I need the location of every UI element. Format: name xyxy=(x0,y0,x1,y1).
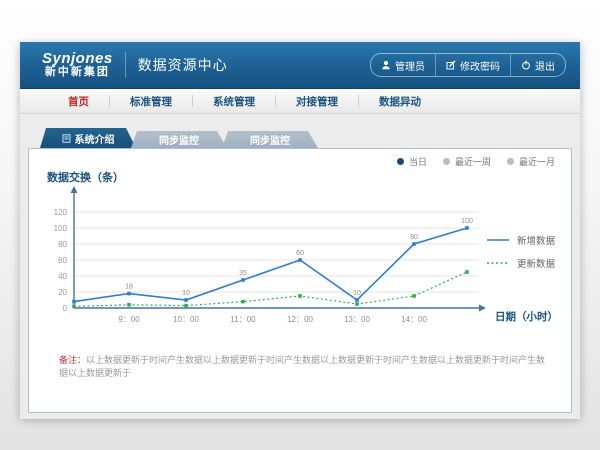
brand-name: Synjones xyxy=(42,51,113,67)
period-filter: 当日 最近一周 最近一月 xyxy=(397,155,555,168)
period-option-0[interactable]: 当日 xyxy=(397,155,427,168)
page-title: 数据资源中心 xyxy=(138,55,228,75)
tab-label: 同步监控 xyxy=(159,132,199,147)
svg-text:0: 0 xyxy=(63,304,68,313)
svg-text:40: 40 xyxy=(58,272,67,281)
svg-text:120: 120 xyxy=(54,208,68,217)
tab-label: 系统介绍 xyxy=(75,131,115,146)
legend-item-0: 新增数据 xyxy=(486,233,555,247)
svg-text:10: 10 xyxy=(353,290,361,297)
radio-dot xyxy=(507,158,514,165)
tab-2[interactable]: 同步监控 xyxy=(222,131,318,148)
legend-line-sample xyxy=(486,236,510,244)
edit-icon xyxy=(446,60,456,70)
company-name: 新中新集团 xyxy=(42,67,113,79)
svg-text:13：00: 13：00 xyxy=(344,315,370,324)
nav-item-1[interactable]: 标准管理 xyxy=(110,94,192,109)
tab-1[interactable]: 同步监控 xyxy=(131,131,227,148)
user-icon xyxy=(381,60,391,70)
footnote: 备注：以上数据更新于时间产生数据以上数据更新于时间产生数据以上数据更新于时间产生… xyxy=(59,354,551,379)
app-window: Synjones 新中新集团 数据资源中心 管理员 修改密码 xyxy=(20,42,580,418)
logo: Synjones 新中新集团 xyxy=(42,51,113,78)
period-option-1[interactable]: 最近一周 xyxy=(443,155,491,168)
logout-label: 退出 xyxy=(535,58,555,73)
svg-text:35: 35 xyxy=(239,270,247,277)
svg-text:11：00: 11：00 xyxy=(230,315,256,324)
radio-dot xyxy=(397,158,404,165)
radio-dot xyxy=(443,158,450,165)
radio-label: 最近一周 xyxy=(455,155,491,168)
svg-text:60: 60 xyxy=(296,250,304,257)
app-header: Synjones 新中新集团 数据资源中心 管理员 修改密码 xyxy=(20,42,580,89)
tab-label: 同步监控 xyxy=(250,132,290,147)
nav-item-3[interactable]: 对接管理 xyxy=(276,94,358,109)
change-password-label: 修改密码 xyxy=(460,58,500,73)
radio-label: 当日 xyxy=(409,155,427,168)
power-icon xyxy=(521,60,531,70)
chart-x-axis-title: 日期（小时） xyxy=(495,309,558,324)
svg-text:80: 80 xyxy=(410,234,418,241)
nav-item-4[interactable]: 数据异动 xyxy=(359,94,441,109)
radio-label: 最近一月 xyxy=(519,155,555,168)
content-area: 系统介绍 同步监控 同步监控 当日 最近一周 最近一月 数据交换（条） 0 20 40 60 8… xyxy=(20,114,580,419)
logout-button[interactable]: 退出 xyxy=(510,54,565,76)
svg-text:20: 20 xyxy=(58,288,67,297)
user-menu: 管理员 修改密码 退出 xyxy=(370,53,566,77)
svg-text:60: 60 xyxy=(58,256,67,265)
svg-text:100: 100 xyxy=(461,218,473,225)
svg-text:9：00: 9：00 xyxy=(118,315,140,324)
svg-text:80: 80 xyxy=(58,240,67,249)
footnote-label: 备注： xyxy=(59,355,86,365)
change-password-button[interactable]: 修改密码 xyxy=(435,54,510,76)
content-panel: 当日 最近一周 最近一月 数据交换（条） 0 20 40 60 80 100 120 9：00 10… xyxy=(28,148,572,413)
legend-label: 更新数据 xyxy=(517,256,555,270)
svg-text:10：00: 10：00 xyxy=(173,315,199,324)
svg-text:100: 100 xyxy=(54,224,68,233)
footnote-text: 以上数据更新于时间产生数据以上数据更新于时间产生数据以上数据更新于时间产生数据以… xyxy=(59,355,545,378)
document-icon xyxy=(62,134,71,143)
nav-bar: 首页标准管理系统管理对接管理数据异动 xyxy=(20,89,580,114)
period-option-2[interactable]: 最近一月 xyxy=(507,155,555,168)
chart-legend: 新增数据更新数据 xyxy=(486,233,555,270)
svg-text:18: 18 xyxy=(125,284,133,291)
tab-bar: 系统介绍 同步监控 同步监控 xyxy=(40,128,318,148)
chart-y-axis-title: 数据交换（条） xyxy=(47,169,124,185)
legend-item-1: 更新数据 xyxy=(486,256,555,270)
line-chart: 0 20 40 60 80 100 120 9：00 10：00 11：00 12：00 13：00 1… xyxy=(29,185,489,345)
tab-0[interactable]: 系统介绍 xyxy=(40,128,136,148)
svg-text:10: 10 xyxy=(182,290,190,297)
svg-text:14：00: 14：00 xyxy=(401,315,427,324)
current-user-label: 管理员 xyxy=(395,58,425,73)
nav-item-0[interactable]: 首页 xyxy=(48,94,109,109)
nav-item-2[interactable]: 系统管理 xyxy=(193,94,275,109)
svg-text:12：00: 12：00 xyxy=(287,315,313,324)
legend-line-sample xyxy=(486,259,510,267)
header-divider xyxy=(125,52,126,78)
current-user-button[interactable]: 管理员 xyxy=(371,54,435,76)
legend-label: 新增数据 xyxy=(517,233,555,247)
